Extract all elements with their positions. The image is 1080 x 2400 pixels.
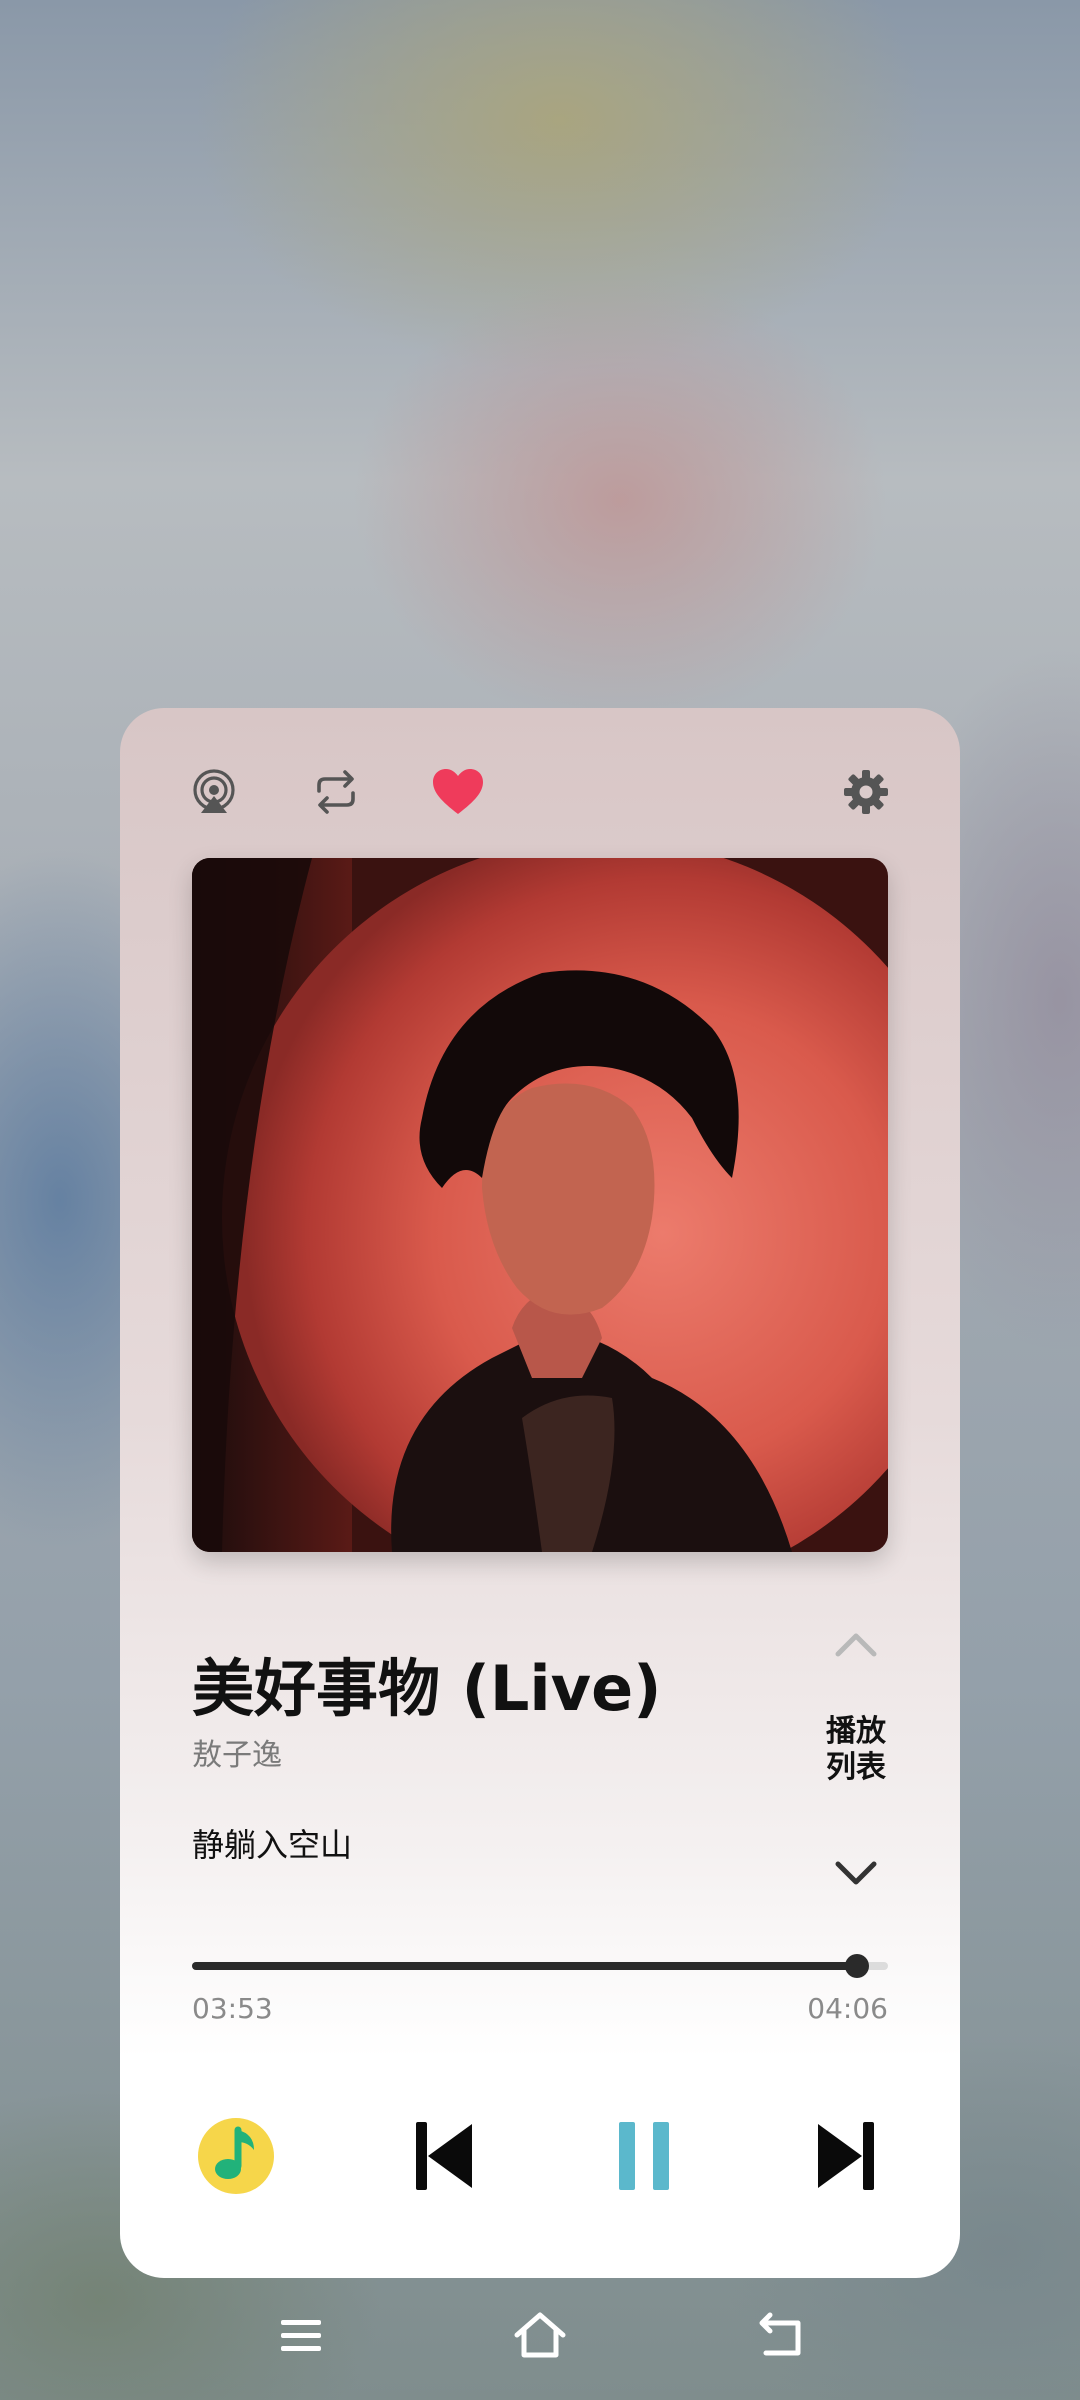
playlist-button[interactable]: 播放 列表: [810, 1714, 902, 1786]
current-lyric: 静躺入空山: [192, 1826, 353, 1864]
repeat-icon[interactable]: [304, 760, 368, 824]
progress-thumb[interactable]: [844, 1954, 869, 1978]
progress-bar[interactable]: [192, 1954, 888, 1978]
gear-icon[interactable]: [834, 760, 898, 824]
music-widget-card: 美好事物 (Live) 敖子逸 静躺入空山 播放 列表 03:53 04:06: [120, 708, 960, 2278]
next-track-icon[interactable]: [798, 2108, 894, 2204]
heart-icon[interactable]: [426, 760, 490, 824]
menu-icon[interactable]: [266, 2300, 336, 2370]
airplay-icon[interactable]: [182, 760, 246, 824]
pause-icon[interactable]: [596, 2108, 692, 2204]
elapsed-time: 03:53: [192, 1992, 273, 2025]
song-title: 美好事物 (Live): [192, 1652, 662, 1725]
total-duration: 04:06: [807, 1992, 888, 2025]
chevron-up-icon[interactable]: [822, 1618, 890, 1668]
system-navigation-bar: [0, 2290, 1080, 2380]
chevron-down-icon[interactable]: [822, 1850, 890, 1900]
artist-name[interactable]: 敖子逸: [192, 1730, 282, 1774]
previous-track-icon[interactable]: [396, 2108, 492, 2204]
home-icon[interactable]: [505, 2300, 575, 2370]
progress-fill: [192, 1962, 857, 1970]
album-cover[interactable]: [192, 858, 888, 1552]
back-icon[interactable]: [746, 2300, 816, 2370]
qq-music-app-icon[interactable]: [188, 2108, 284, 2204]
